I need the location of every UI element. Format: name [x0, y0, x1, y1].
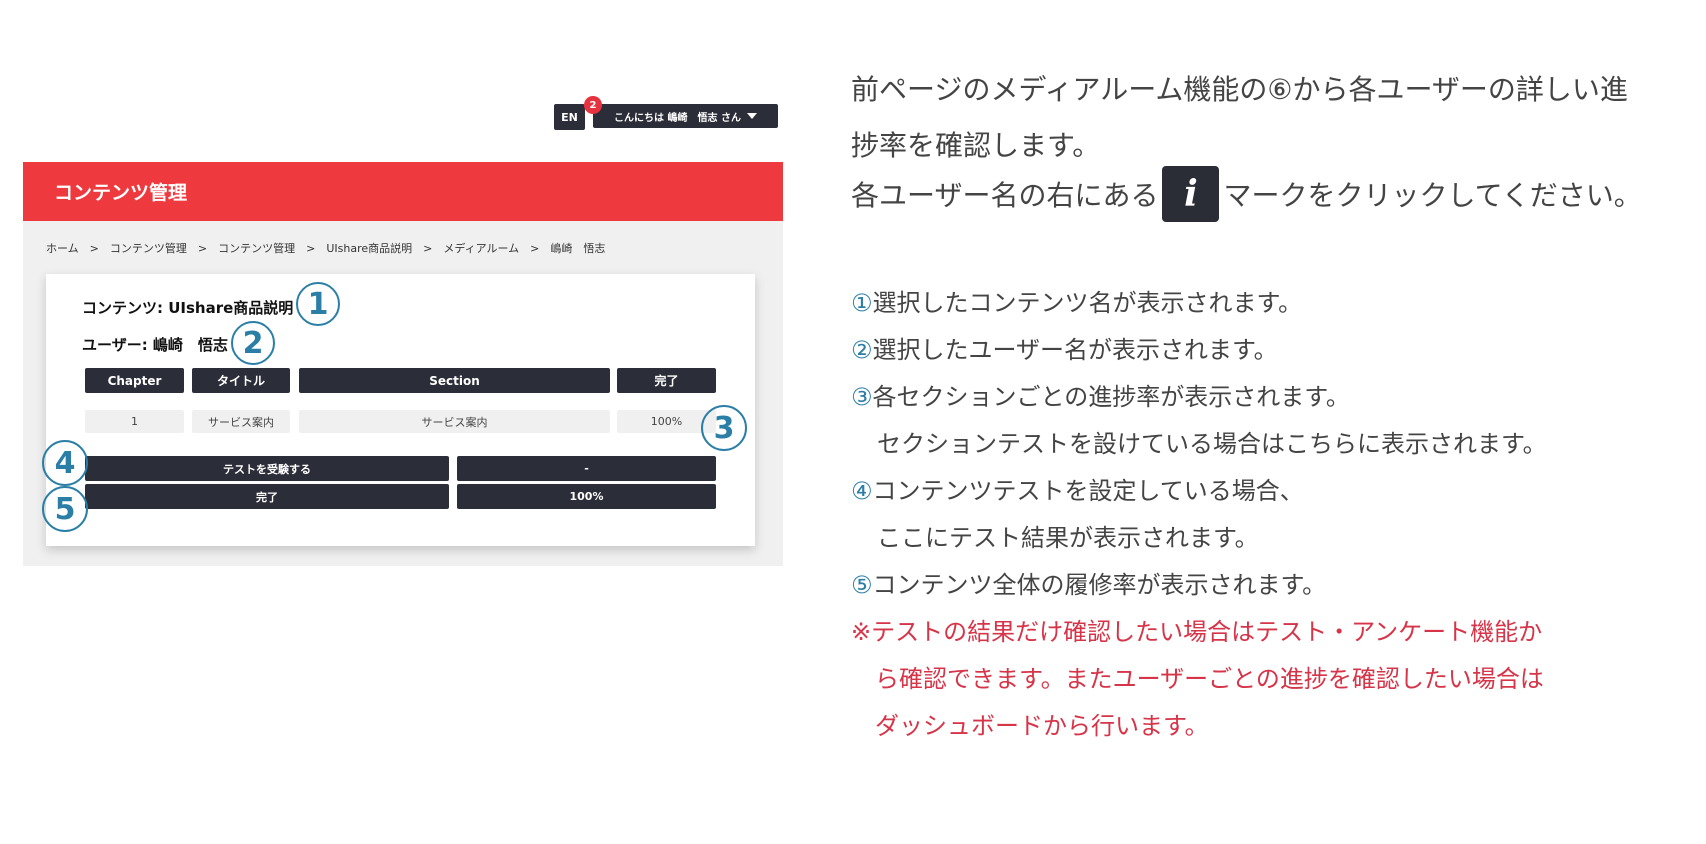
item-marker: ⑤	[851, 571, 873, 599]
breadcrumb-separator: >	[530, 241, 540, 255]
explanation-line-2: 捗率を確認します。	[851, 129, 1101, 162]
item-text: 選択したユーザー名が表示されます。	[872, 336, 1278, 364]
marker-2-icon: 2	[231, 321, 275, 365]
breadcrumb-separator: >	[306, 241, 316, 255]
breadcrumb-separator: >	[89, 241, 99, 255]
explanation-item: ②選択したユーザー名が表示されます。	[851, 330, 1278, 365]
cell-section: サービス案内	[299, 410, 610, 433]
item-marker: ①	[851, 289, 873, 317]
test-result-value: -	[457, 456, 716, 481]
page-title: コンテンツ管理	[54, 182, 188, 204]
breadcrumb-item[interactable]: メディアルーム	[443, 240, 519, 256]
marker-5-icon: 5	[42, 486, 88, 532]
header-title: タイトル	[192, 368, 290, 393]
explanation-line-1: 前ページのメディアルーム機能の⑥から各ユーザーの詳しい進	[851, 73, 1628, 106]
item-text: コンテンツテストを設定している場合、	[872, 477, 1304, 505]
explanation-item: セクションテストを設けている場合はこちらに表示されます。	[877, 424, 1547, 459]
item-marker: ③	[851, 383, 873, 411]
explanation-item: ①選択したコンテンツ名が表示されます。	[851, 283, 1302, 318]
item-text: 選択したコンテンツ名が表示されます。	[872, 289, 1303, 317]
marker-1-icon: 1	[296, 282, 340, 326]
explanation-item: ここにテスト結果が表示されます。	[877, 518, 1259, 553]
header-complete: 完了	[617, 368, 716, 393]
breadcrumb-item[interactable]: コンテンツ管理	[218, 240, 295, 256]
item-text: コンテンツ全体の履修率が表示されます。	[872, 571, 1327, 599]
breadcrumb-item[interactable]: コンテンツ管理	[110, 240, 187, 256]
note-line-2: ら確認できます。またユーザーごとの進捗を確認したい場合は	[875, 665, 1544, 693]
item-text: セクションテストを設けている場合はこちらに表示されます。	[877, 430, 1547, 458]
explanation-item: ⑤コンテンツ全体の履修率が表示されます。	[851, 565, 1326, 600]
item-text: 各セクションごとの進捗率が表示されます。	[872, 383, 1350, 411]
complete-rate-value: 100%	[457, 484, 716, 509]
header-chapter: Chapter	[85, 368, 184, 393]
complete-label: 完了	[85, 484, 449, 509]
breadcrumb-item-current: 嶋崎 悟志	[550, 242, 606, 255]
user-menu-button[interactable]: こんにちは 嶋崎 悟志 さん	[593, 104, 778, 128]
page-header: コンテンツ管理	[23, 162, 783, 221]
note-line-1: ※テストの結果だけ確認したい場合はテスト・アンケート機能か	[851, 618, 1543, 646]
item-marker: ④	[851, 477, 873, 505]
note-line-3: ダッシュボードから行います。	[875, 712, 1209, 740]
marker-4-icon: 4	[42, 440, 88, 486]
explanation-item: ③各セクションごとの進捗率が表示されます。	[851, 377, 1350, 412]
explanation-item: ④コンテンツテストを設定している場合、	[851, 471, 1304, 506]
breadcrumb: ホーム > コンテンツ管理 > コンテンツ管理 > UIshare商品説明 > …	[46, 240, 605, 256]
item-text: ここにテスト結果が表示されます。	[877, 524, 1259, 552]
language-toggle-button[interactable]: EN	[554, 104, 585, 130]
explanation-line-3: 各ユーザー名の右にある i マークをクリックしてください。	[851, 166, 1642, 222]
notification-badge[interactable]: 2	[584, 96, 602, 114]
user-greeting: こんにちは 嶋崎 悟志 さん	[614, 112, 741, 124]
caret-down-icon	[746, 113, 757, 119]
marker-3-icon: 3	[701, 405, 747, 451]
breadcrumb-item[interactable]: ホーム	[46, 240, 79, 256]
cell-title: サービス案内	[192, 410, 290, 433]
explanation-line-3-before: 各ユーザー名の右にある	[851, 179, 1159, 212]
breadcrumb-separator: >	[423, 241, 433, 255]
header-section: Section	[299, 368, 610, 393]
explanation-line-3-after: マークをクリックしてください。	[1223, 179, 1642, 212]
breadcrumb-item[interactable]: UIshare商品説明	[326, 240, 412, 256]
cell-chapter: 1	[85, 410, 184, 433]
breadcrumb-separator: >	[197, 241, 208, 255]
item-marker: ②	[851, 336, 873, 364]
content-name-line: コンテンツ: UIshare商品説明	[82, 299, 294, 317]
user-name-line: ユーザー: 嶋崎 悟志	[82, 336, 228, 354]
take-test-button[interactable]: テストを受験する	[85, 456, 449, 481]
info-icon: i	[1162, 166, 1220, 222]
